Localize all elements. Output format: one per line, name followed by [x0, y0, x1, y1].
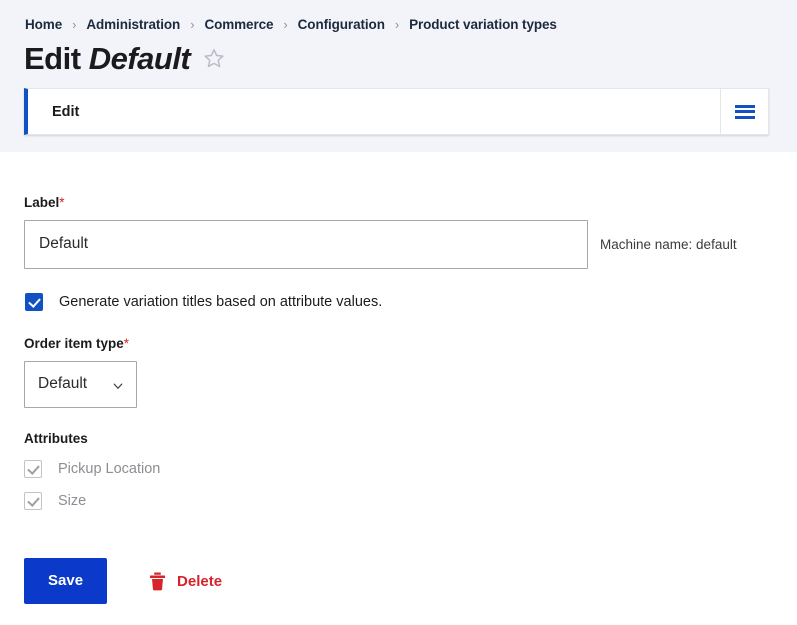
trash-icon	[149, 572, 166, 591]
attribute-row-pickup-location: Pickup Location	[24, 459, 161, 478]
required-marker: *	[123, 336, 130, 351]
hamburger-icon	[734, 104, 755, 119]
label-field-label: Label*	[24, 195, 65, 210]
attribute-checkbox-pickup-location	[24, 459, 42, 478]
page-title-prefix: Edit	[24, 40, 81, 76]
form-actions: Save Delete	[24, 558, 222, 604]
breadcrumb-separator: ›	[394, 16, 400, 32]
attribute-row-size: Size	[24, 491, 160, 510]
breadcrumb-separator: ›	[72, 16, 77, 32]
tabs-card: Edit	[24, 88, 769, 135]
tabs-toggle-button[interactable]	[720, 89, 768, 134]
breadcrumb-item-commerce[interactable]: Commerce	[204, 17, 273, 32]
page-title-row: Edit Default	[24, 38, 225, 78]
breadcrumb-item-administration[interactable]: Administration	[86, 17, 180, 32]
order-item-type-label: Order item type*	[24, 336, 130, 351]
label-field-block: Label*	[24, 196, 588, 269]
tab-edit[interactable]: Edit	[28, 89, 720, 134]
generate-titles-row[interactable]: Generate variation titles based on attri…	[25, 293, 382, 311]
attribute-label-pickup-location: Pickup Location	[58, 460, 161, 477]
attributes-block: Attributes Pickup Location Size	[24, 432, 160, 510]
breadcrumb-item-configuration[interactable]: Configuration	[298, 17, 385, 32]
order-item-type-block: Order item type* Default	[24, 337, 137, 408]
tab-edit-label: Edit	[52, 103, 80, 120]
breadcrumb: Home › Administration › Commerce › Confi…	[25, 14, 557, 34]
label-input[interactable]	[24, 219, 588, 269]
page-title: Edit Default	[24, 40, 191, 76]
breadcrumb-separator: ›	[190, 16, 195, 32]
generate-titles-label: Generate variation titles based on attri…	[59, 294, 383, 310]
order-item-type-select[interactable]: Default	[24, 360, 137, 408]
star-outline-icon[interactable]	[203, 47, 225, 69]
delete-button[interactable]: Delete	[149, 572, 222, 591]
breadcrumb-item-home[interactable]: Home	[25, 17, 62, 32]
machine-name-text: Machine name: default	[600, 237, 737, 252]
required-marker: *	[59, 195, 65, 210]
breadcrumb-separator: ›	[283, 16, 288, 32]
page-title-entity: Default	[88, 40, 191, 76]
breadcrumb-item-product-variation-types[interactable]: Product variation types	[409, 17, 557, 32]
attributes-title: Attributes	[24, 431, 88, 446]
generate-titles-checkbox[interactable]	[25, 293, 43, 311]
delete-button-label: Delete	[177, 572, 223, 590]
attribute-label-size: Size	[58, 492, 87, 509]
save-button[interactable]: Save	[24, 558, 108, 604]
chevron-down-icon	[112, 379, 123, 389]
attribute-checkbox-size	[24, 491, 42, 510]
order-item-type-value: Default	[38, 375, 88, 392]
